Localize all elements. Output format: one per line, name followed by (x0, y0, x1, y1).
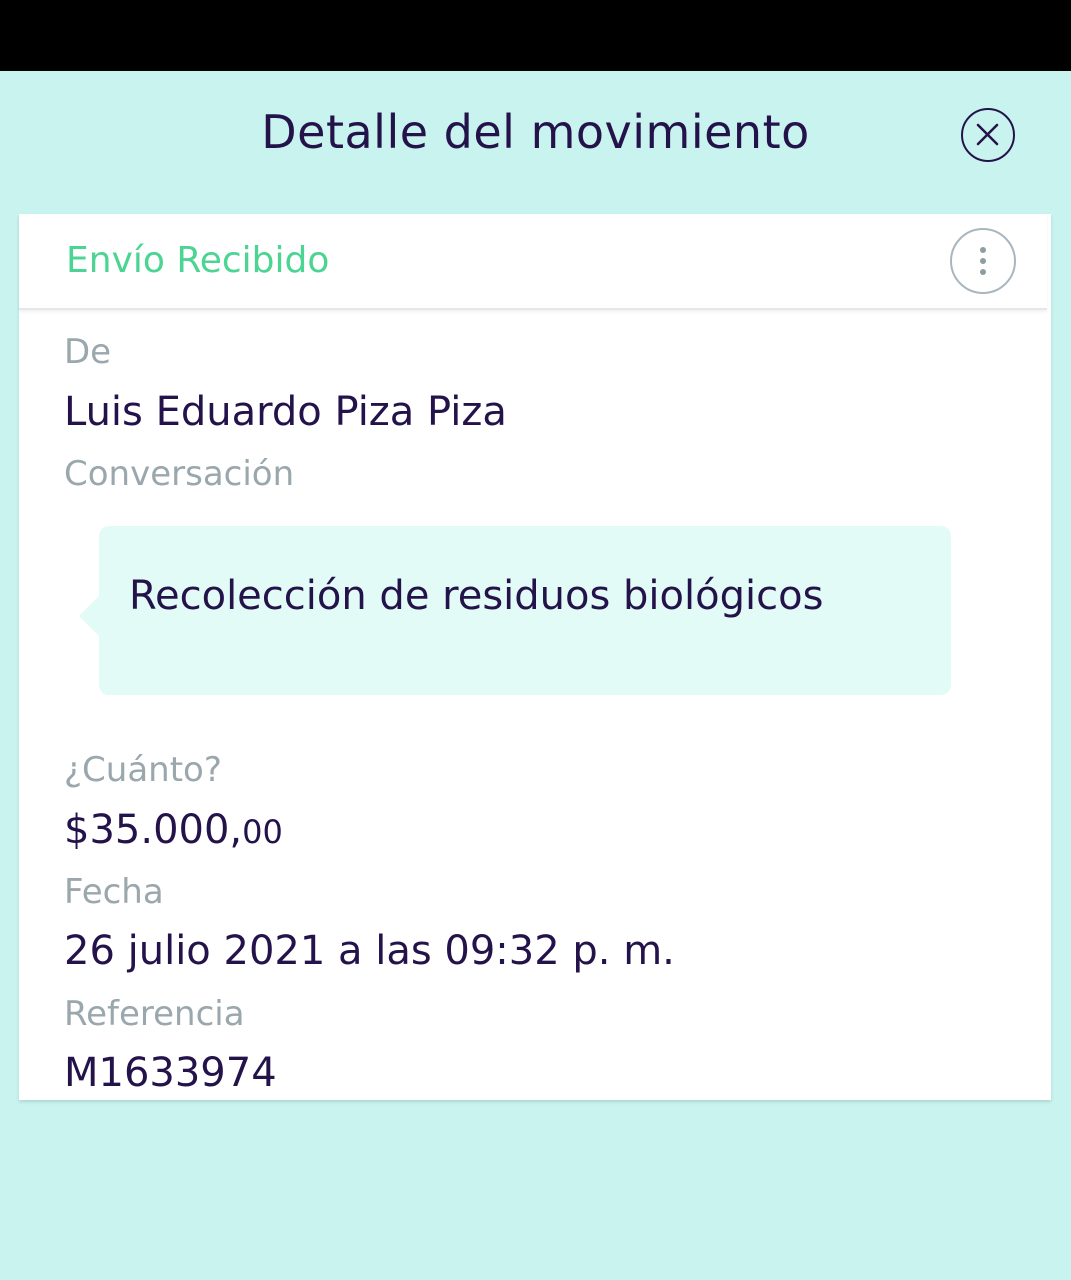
page-title: Detalle del movimiento (261, 105, 810, 159)
close-button[interactable] (961, 108, 1015, 162)
movement-detail-card: Envío Recibido De Luis Eduardo Piza Piza… (19, 214, 1051, 1100)
from-label: De (64, 332, 112, 372)
amount-value: $35.000,00 (64, 804, 283, 858)
message-text: Recolección de residuos biológicos (129, 573, 824, 619)
close-icon (976, 123, 999, 146)
amount-main: $35.000, (64, 807, 243, 853)
conversation-label: Conversación (64, 454, 295, 494)
amount-label: ¿Cuánto? (64, 750, 222, 790)
date-value: 26 julio 2021 a las 09:32 p. m. (64, 928, 675, 974)
date-label: Fecha (64, 872, 164, 912)
status-bar (0, 0, 1071, 71)
more-options-button[interactable] (950, 228, 1016, 294)
message-bubble: Recolección de residuos biológicos (79, 526, 951, 695)
reference-value: M1633974 (64, 1050, 277, 1096)
transaction-status: Envío Recibido (66, 240, 330, 281)
reference-label: Referencia (64, 994, 245, 1034)
sender-name: Luis Eduardo Piza Piza (64, 389, 507, 435)
amount-cents: 00 (242, 813, 283, 851)
card-header: Envío Recibido (19, 214, 1047, 310)
